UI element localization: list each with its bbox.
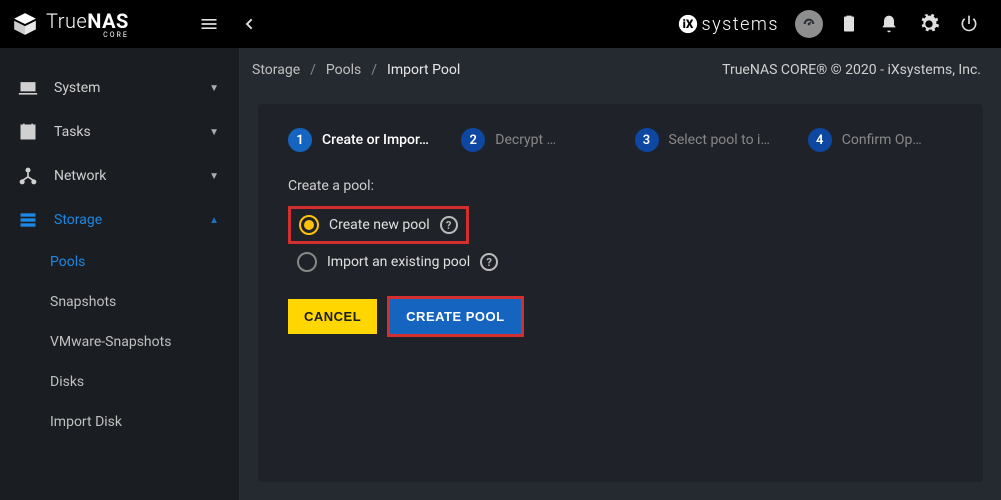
- back-button[interactable]: [229, 4, 269, 44]
- radio-input[interactable]: [297, 252, 317, 272]
- sidebar-item-label: Tasks: [54, 124, 193, 140]
- brand-logo[interactable]: TrueNAS CORE: [12, 9, 129, 39]
- chevron-down-icon: ▼: [209, 83, 219, 94]
- brand-text: TrueNAS CORE: [46, 9, 129, 39]
- ix-logo-icon: iX: [678, 14, 698, 34]
- step-3[interactable]: 3 Select pool to i…: [635, 128, 780, 152]
- create-pool-button[interactable]: CREATE POOL: [390, 299, 520, 334]
- sidebar-item-tasks[interactable]: Tasks ▼: [0, 110, 239, 154]
- calendar-icon: [18, 122, 38, 142]
- step-label: Decrypt …: [495, 132, 556, 148]
- sidebar: System ▼ Tasks ▼ Network ▼ Storage ▲ Poo…: [0, 48, 240, 500]
- button-row: CANCEL CREATE POOL: [288, 296, 953, 337]
- section-label: Create a pool:: [288, 178, 953, 194]
- topbar-actions: [789, 4, 989, 44]
- breadcrumb-import-pool: Import Pool: [387, 62, 460, 78]
- network-icon: [18, 166, 38, 186]
- bell-icon: [879, 14, 899, 34]
- sidebar-item-system[interactable]: System ▼: [0, 66, 239, 110]
- sidebar-item-storage[interactable]: Storage ▲: [0, 198, 239, 242]
- help-icon[interactable]: ?: [480, 253, 498, 271]
- step-badge: 3: [635, 128, 659, 152]
- highlight-create-option: Create new pool ?: [288, 206, 469, 244]
- dashboard-button[interactable]: [789, 4, 829, 44]
- main-content: Storage / Pools / Import Pool TrueNAS CO…: [240, 48, 1001, 500]
- ixsystems-text: systems: [702, 14, 780, 35]
- step-label: Select pool to i…: [669, 132, 770, 148]
- copyright-text: TrueNAS CORE® © 2020 - iXsystems, Inc.: [722, 62, 981, 78]
- step-badge: 1: [288, 128, 312, 152]
- laptop-icon: [18, 78, 38, 98]
- sidebar-subitem-snapshots[interactable]: Snapshots: [0, 282, 239, 322]
- sidebar-item-label: Network: [54, 168, 193, 184]
- storage-icon: [18, 210, 38, 230]
- notifications-button[interactable]: [869, 4, 909, 44]
- sidebar-subitem-vmware-snapshots[interactable]: VMware-Snapshots: [0, 322, 239, 362]
- breadcrumb-row: Storage / Pools / Import Pool TrueNAS CO…: [240, 48, 1001, 92]
- topbar: TrueNAS CORE iX systems: [0, 0, 1001, 48]
- sidebar-subitem-disks[interactable]: Disks: [0, 362, 239, 402]
- chevron-down-icon: ▼: [209, 127, 219, 138]
- highlight-create-pool-button: CREATE POOL: [387, 296, 523, 337]
- radio-create-new-pool[interactable]: Create new pool ?: [297, 211, 460, 239]
- radio-import-existing-pool[interactable]: Import an existing pool ?: [288, 248, 953, 276]
- clipboard-icon: [839, 14, 859, 34]
- breadcrumb-separator: /: [371, 62, 377, 78]
- step-4[interactable]: 4 Confirm Op…: [808, 128, 953, 152]
- sidebar-subitem-pools[interactable]: Pools: [0, 242, 239, 282]
- breadcrumb: Storage / Pools / Import Pool: [252, 62, 460, 78]
- hamburger-icon: [199, 14, 219, 34]
- power-icon: [959, 14, 979, 34]
- svg-text:iX: iX: [682, 17, 693, 31]
- step-1[interactable]: 1 Create or Impor…: [288, 128, 433, 152]
- sidebar-subitem-import-disk[interactable]: Import Disk: [0, 402, 239, 442]
- power-button[interactable]: [949, 4, 989, 44]
- wizard-card: 1 Create or Impor… 2 Decrypt … 3 Select …: [258, 104, 983, 482]
- chevron-left-icon: [241, 16, 257, 32]
- chevron-down-icon: ▼: [209, 171, 219, 182]
- truenas-logo-icon: [12, 11, 38, 37]
- sidebar-item-label: System: [54, 80, 193, 96]
- radio-input[interactable]: [299, 215, 319, 235]
- stepper: 1 Create or Impor… 2 Decrypt … 3 Select …: [288, 128, 953, 152]
- radio-label: Import an existing pool: [327, 254, 470, 270]
- gauge-icon: [795, 10, 823, 38]
- breadcrumb-separator: /: [310, 62, 316, 78]
- step-label: Confirm Op…: [842, 132, 922, 148]
- step-label: Create or Impor…: [322, 132, 429, 148]
- ixsystems-logo[interactable]: iX systems: [678, 14, 780, 35]
- breadcrumb-pools[interactable]: Pools: [326, 62, 361, 78]
- step-badge: 4: [808, 128, 832, 152]
- cancel-button[interactable]: CANCEL: [288, 299, 377, 334]
- help-icon[interactable]: ?: [440, 216, 458, 234]
- sidebar-item-label: Storage: [54, 212, 193, 228]
- step-badge: 2: [461, 128, 485, 152]
- gear-icon: [918, 13, 940, 35]
- chevron-up-icon: ▲: [209, 215, 219, 226]
- sidebar-item-network[interactable]: Network ▼: [0, 154, 239, 198]
- radio-label: Create new pool: [329, 217, 430, 233]
- settings-button[interactable]: [909, 4, 949, 44]
- breadcrumb-storage[interactable]: Storage: [252, 62, 300, 78]
- step-2[interactable]: 2 Decrypt …: [461, 128, 606, 152]
- radio-group: Create new pool ? Import an existing poo…: [288, 206, 953, 276]
- clipboard-button[interactable]: [829, 4, 869, 44]
- menu-toggle-button[interactable]: [189, 4, 229, 44]
